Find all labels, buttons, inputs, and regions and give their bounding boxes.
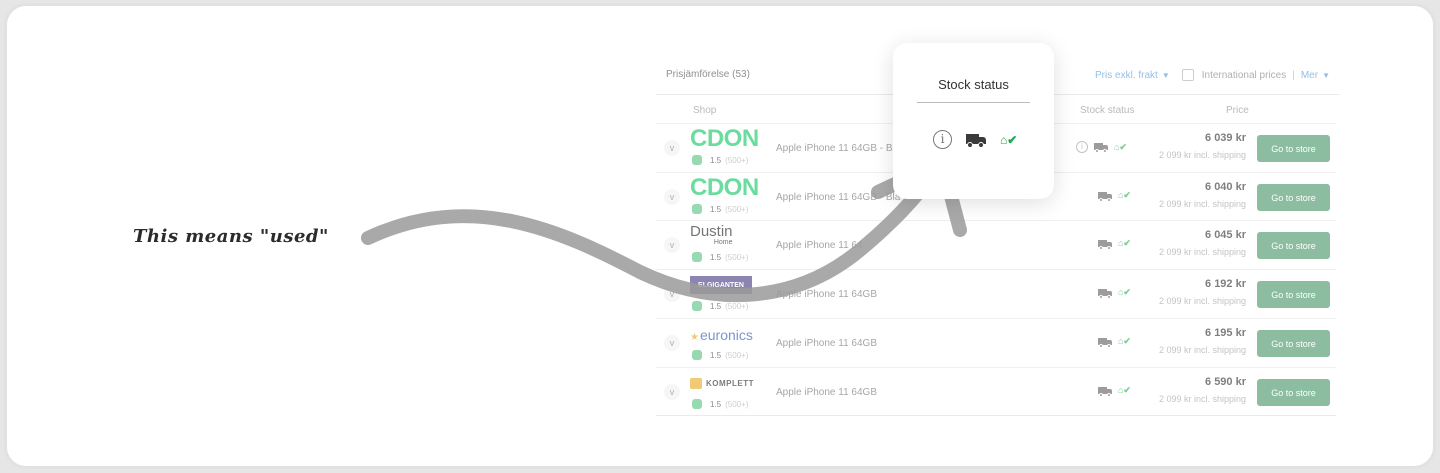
popup-title: Stock status <box>938 77 1009 92</box>
info-icon[interactable]: i <box>933 130 952 149</box>
expand-chevron-icon[interactable]: v <box>664 335 680 351</box>
rating-face-icon <box>692 350 702 360</box>
store-check-icon: ⌂✔ <box>1000 132 1018 147</box>
product-name[interactable]: Apple iPhone 11 64 <box>776 240 863 251</box>
shop-logo-cdon[interactable]: CDON <box>690 125 759 153</box>
product-name[interactable]: Apple iPhone 11 64GB <box>776 338 877 349</box>
shop-rating: 1.5 (500+) <box>692 350 748 360</box>
expand-chevron-icon[interactable]: v <box>664 384 680 400</box>
chevron-down-icon: ▼ <box>1161 70 1170 80</box>
table-row: v ELGIGANTEN 1.5 (500+) Apple iPhone 11 6… <box>656 269 1336 318</box>
product-name[interactable]: Apple iPhone 11 64GB <box>776 289 877 300</box>
price-cell: 6 590 kr 2 099 kr incl. shipping <box>1158 376 1246 404</box>
go-to-store-button[interactable]: Go to store <box>1257 135 1330 162</box>
price-cell: 6 195 kr 2 099 kr incl. shipping <box>1158 327 1246 355</box>
column-header-stock: Stock status <box>1080 105 1135 116</box>
more-dropdown[interactable]: Mer <box>1301 70 1318 81</box>
product-name[interactable]: Apple iPhone 11 64GB <box>776 387 877 398</box>
international-prices-checkbox[interactable] <box>1181 69 1194 81</box>
table-controls: Pris exkl. frakt ▼ International prices … <box>1095 69 1340 81</box>
price-cell: 6 039 kr 2 099 kr incl. shipping <box>1158 132 1246 160</box>
stock-status: ⌂✔ <box>1098 238 1131 250</box>
shop-logo-cdon[interactable]: CDON <box>690 174 759 202</box>
store-check-icon: ⌂✔ <box>1118 190 1131 200</box>
stock-status: ⌂✔ <box>1098 287 1131 299</box>
expand-chevron-icon[interactable]: v <box>664 140 680 156</box>
truck-icon <box>1094 142 1108 153</box>
truck-icon <box>966 133 986 148</box>
shop-rating: 1.5 (500+) <box>692 252 748 262</box>
stock-status: ⌂✔ <box>1098 385 1131 397</box>
truck-icon <box>1098 386 1112 397</box>
go-to-store-button[interactable]: Go to store <box>1257 184 1330 211</box>
rating-face-icon <box>692 252 702 262</box>
store-check-icon: ⌂✔ <box>1118 287 1131 297</box>
product-name[interactable]: Apple iPhone 11 64GB - Bla <box>776 192 900 203</box>
table-row: v KOMPLETT 1.5 (500+) Apple iPhone 11 64G… <box>656 367 1336 416</box>
shop-rating: 1.5 (500+) <box>692 399 748 409</box>
product-name[interactable]: Apple iPhone 11 64GB - B <box>776 143 893 154</box>
shop-logo-komplett[interactable]: KOMPLETT <box>690 376 754 390</box>
go-to-store-button[interactable]: Go to store <box>1257 379 1330 406</box>
shop-rating: 1.5 (500+) <box>692 301 748 311</box>
separator: | <box>1292 69 1295 81</box>
shop-rating: 1.5 (500+) <box>692 155 748 165</box>
table-title: Prisjämförelse (53) <box>666 69 750 80</box>
expand-chevron-icon[interactable]: v <box>664 189 680 205</box>
expand-chevron-icon[interactable]: v <box>664 237 680 253</box>
shop-logo-elgiganten[interactable]: ELGIGANTEN <box>690 276 752 294</box>
shop-rating: 1.5 (500+) <box>692 204 748 214</box>
annotation-text: This means "used" <box>133 226 329 247</box>
truck-icon <box>1098 239 1112 250</box>
price-cell: 6 040 kr 2 099 kr incl. shipping <box>1158 181 1246 209</box>
stock-status: ⌂✔ <box>1098 336 1131 348</box>
popup-icons: i ⌂✔ <box>933 130 1017 149</box>
rating-face-icon <box>692 399 702 409</box>
rating-face-icon <box>692 301 702 311</box>
column-header-shop: Shop <box>693 105 717 116</box>
truck-icon <box>1098 337 1112 348</box>
store-check-icon: ⌂✔ <box>1118 238 1131 248</box>
expand-chevron-icon[interactable]: v <box>664 286 680 302</box>
go-to-store-button[interactable]: Go to store <box>1257 330 1330 357</box>
store-check-icon: ⌂✔ <box>1118 336 1131 346</box>
stock-status: i ⌂✔ <box>1076 141 1127 153</box>
popup-divider <box>917 102 1030 103</box>
store-check-icon: ⌂✔ <box>1118 385 1131 395</box>
shop-logo-dustin[interactable]: Dustin Home <box>690 224 733 247</box>
stock-status: ⌂✔ <box>1098 190 1131 202</box>
table-row: v Dustin Home 1.5 (500+) Apple iPhone 11 6… <box>656 220 1336 269</box>
go-to-store-button[interactable]: Go to store <box>1257 281 1330 308</box>
shop-logo-euronics[interactable]: ★ euronics <box>690 325 753 343</box>
chevron-down-icon: ▼ <box>1322 70 1330 80</box>
table-row: v ★ euronics 1.5 (500+) Apple iPhone 11 64… <box>656 318 1336 367</box>
international-prices-label: International prices <box>1201 69 1287 81</box>
rating-face-icon <box>692 204 702 214</box>
truck-icon <box>1098 288 1112 299</box>
komplett-box-icon <box>690 377 702 389</box>
truck-icon <box>1098 191 1112 202</box>
rating-face-icon <box>692 155 702 165</box>
price-toggle-dropdown[interactable]: Pris exkl. frakt <box>1095 70 1158 81</box>
column-header-price: Price <box>1226 105 1249 116</box>
price-cell: 6 045 kr 2 099 kr incl. shipping <box>1158 229 1246 257</box>
info-icon[interactable]: i <box>1076 141 1088 153</box>
stock-status-popup: Stock status i ⌂✔ <box>893 43 1054 199</box>
price-cell: 6 192 kr 2 099 kr incl. shipping <box>1158 278 1246 306</box>
store-check-icon: ⌂✔ <box>1114 141 1127 152</box>
go-to-store-button[interactable]: Go to store <box>1257 232 1330 259</box>
